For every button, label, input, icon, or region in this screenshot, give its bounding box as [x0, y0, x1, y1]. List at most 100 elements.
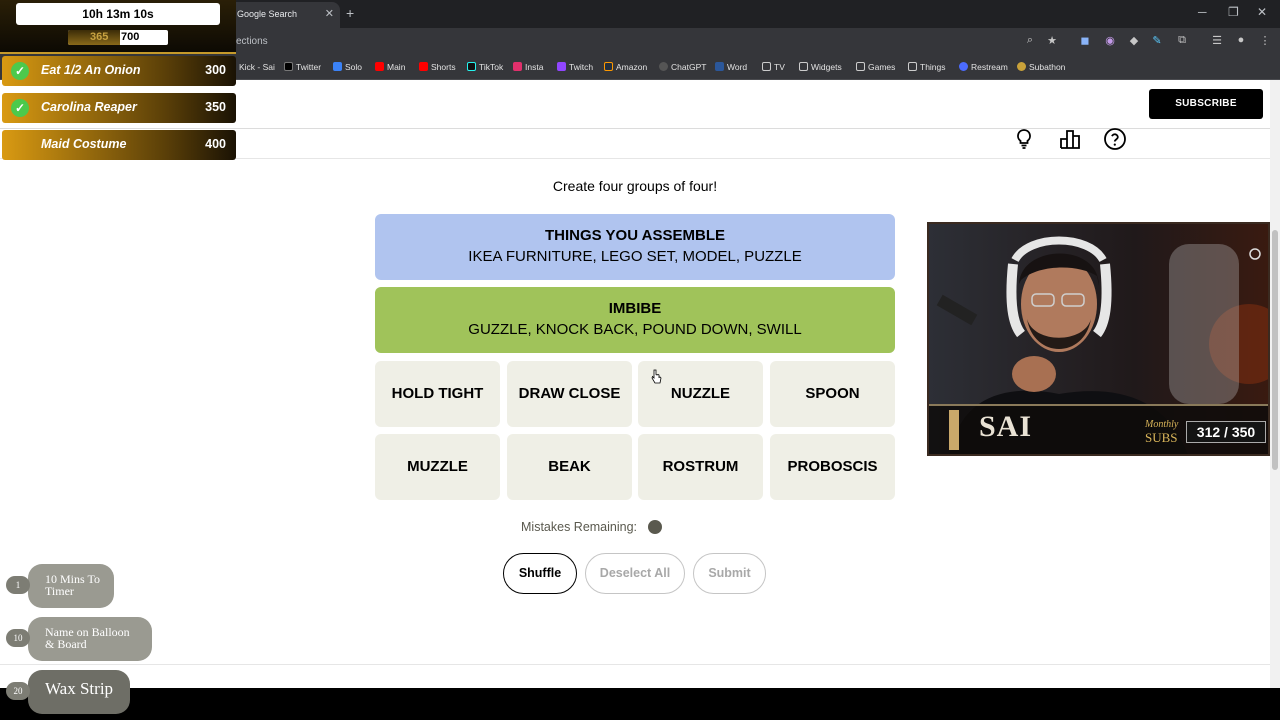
deselect-all-button[interactable]: Deselect All: [585, 553, 685, 594]
goal-value: 400: [205, 137, 226, 151]
bookmark-games[interactable]: Games: [856, 62, 895, 72]
bookmark-chatgpt[interactable]: ChatGPT: [659, 62, 706, 72]
extension-icon[interactable]: ◼: [1078, 34, 1092, 47]
bookmark-restream[interactable]: Restream: [959, 62, 1008, 72]
bookmark-label: TV: [774, 62, 785, 72]
bookmark-tv[interactable]: TV: [762, 62, 785, 72]
redeem-cost: 10: [6, 629, 30, 647]
extension-icon[interactable]: ◆: [1127, 34, 1141, 47]
bookmark-label: Restream: [971, 62, 1008, 72]
bookmark-widgets[interactable]: Widgets: [799, 62, 842, 72]
bookmark-twitter[interactable]: Twitter: [284, 62, 321, 72]
solved-group-green: IMBIBE GUZZLE, KNOCK BACK, POUND DOWN, S…: [375, 287, 895, 353]
group-words: IKEA FURNITURE, LEGO SET, MODEL, PUZZLE: [468, 248, 802, 265]
bookmark-label: Shorts: [431, 62, 456, 72]
bookmark-label: Twitter: [296, 62, 322, 72]
shuffle-button[interactable]: Shuffle: [503, 553, 577, 594]
profile-avatar-icon[interactable]: ●: [1234, 34, 1248, 46]
folder-icon: [799, 62, 808, 71]
bookmark-insta[interactable]: Insta: [513, 62, 543, 72]
bookmark-shorts[interactable]: Shorts: [419, 62, 456, 72]
goal-item: Maid Costume 400: [2, 130, 236, 160]
restream-icon: [959, 62, 968, 71]
webcam-overlay: SAI Monthly SUBS 312 / 350: [927, 222, 1270, 456]
leaderboard-icon[interactable]: [1058, 127, 1082, 151]
word-card[interactable]: MUZZLE: [375, 434, 500, 500]
word-card[interactable]: DRAW CLOSE: [507, 361, 632, 427]
group-category: THINGS YOU ASSEMBLE: [544, 227, 726, 244]
site-icon: [333, 62, 342, 71]
word-card[interactable]: SPOON: [770, 361, 895, 427]
lightbulb-icon[interactable]: [1012, 127, 1036, 151]
redeem-label: Wax Strip: [45, 679, 114, 698]
x-icon: [284, 62, 293, 71]
puzzle-extension-icon[interactable]: ⧉: [1175, 34, 1189, 47]
url-text[interactable]: ections: [236, 36, 268, 47]
mistakes-label: Mistakes Remaining:: [521, 520, 638, 534]
bookmark-label: TikTok: [479, 62, 504, 72]
group-category: IMBIBE: [608, 300, 662, 317]
bookmark-word[interactable]: Word: [715, 62, 747, 72]
word-card[interactable]: ROSTRUM: [638, 434, 763, 500]
group-words: GUZZLE, KNOCK BACK, POUND DOWN, SWILL: [468, 321, 802, 338]
bookmark-label: Widgets: [811, 62, 842, 72]
bookmark-kick[interactable]: Kick - Sai: [239, 62, 275, 72]
subs-label-bottom: SUBS: [1145, 430, 1178, 445]
goal-value: 300: [205, 63, 226, 77]
instructions-text: Create four groups of four!: [552, 178, 718, 194]
bookmark-label: Solo: [345, 62, 363, 72]
bookmark-star-icon[interactable]: ★: [1045, 34, 1059, 47]
subathon-timer-panel: 10h 13m 10s 365 700: [0, 0, 236, 54]
bookmark-main[interactable]: Main: [375, 62, 405, 72]
amazon-icon: [604, 62, 613, 71]
redeem-label: Name on Balloon & Board: [45, 626, 130, 650]
footer-divider: [0, 664, 1270, 665]
streamer-name: SAI: [979, 410, 1033, 443]
menu-icon[interactable]: ⋮: [1258, 34, 1272, 47]
minimize-icon[interactable]: ─: [1198, 5, 1207, 19]
close-tab-icon[interactable]: ✕: [325, 7, 334, 20]
scrollbar[interactable]: [1270, 80, 1280, 688]
submit-button[interactable]: Submit: [693, 553, 766, 594]
bookmark-solo[interactable]: Solo: [333, 62, 362, 72]
browser-tab[interactable]: Google Search ✕: [228, 2, 340, 28]
screen: Google Search ✕ + ─ ❐ ✕ ections ⌕ ★ ◼ ◉ …: [0, 0, 1280, 720]
chatgpt-icon: [659, 62, 668, 71]
bookmark-subathon[interactable]: Subathon: [1017, 62, 1065, 72]
extension-icon[interactable]: ✎: [1150, 34, 1164, 47]
bookmark-twitch[interactable]: Twitch: [557, 62, 593, 72]
redeem-item: 10 Name on Balloon & Board: [6, 617, 152, 661]
redeem-item: 20 Wax Strip: [6, 670, 130, 714]
twitch-icon: [557, 62, 566, 71]
word-icon: [715, 62, 724, 71]
bookmark-tiktok[interactable]: TikTok: [467, 62, 503, 72]
bookmark-label: Insta: [525, 62, 544, 72]
bookmark-label: Word: [727, 62, 748, 72]
media-icon[interactable]: ☰: [1210, 34, 1224, 47]
scroll-thumb[interactable]: [1272, 230, 1278, 470]
tab-title: Google Search: [237, 9, 298, 19]
progress-current: 365: [90, 31, 109, 43]
goal-value: 350: [205, 100, 226, 114]
folder-icon: [856, 62, 865, 71]
bookmark-things[interactable]: Things: [908, 62, 946, 72]
bookmark-amazon[interactable]: Amazon: [604, 62, 647, 72]
redeem-label: 10 Mins To Timer: [45, 573, 100, 597]
word-card[interactable]: BEAK: [507, 434, 632, 500]
folder-icon: [908, 62, 917, 71]
bookmark-label: Main: [387, 62, 406, 72]
bookmark-label: ChatGPT: [671, 62, 707, 72]
word-card[interactable]: HOLD TIGHT: [375, 361, 500, 427]
word-card[interactable]: PROBOSCIS: [770, 434, 895, 500]
redeem-label-line: & Board: [45, 637, 87, 651]
maximize-icon[interactable]: ❐: [1228, 5, 1239, 19]
subscribe-button[interactable]: SUBSCRIBE: [1149, 89, 1263, 119]
window-close-icon[interactable]: ✕: [1257, 5, 1267, 19]
subathon-timer: 10h 13m 10s: [16, 3, 220, 25]
new-tab-icon[interactable]: +: [346, 5, 354, 21]
folder-icon: [762, 62, 771, 71]
extension-icon[interactable]: ◉: [1103, 34, 1117, 47]
tiktok-icon: [467, 62, 476, 71]
zoom-icon[interactable]: ⌕: [1023, 34, 1037, 47]
help-icon[interactable]: [1103, 127, 1127, 151]
